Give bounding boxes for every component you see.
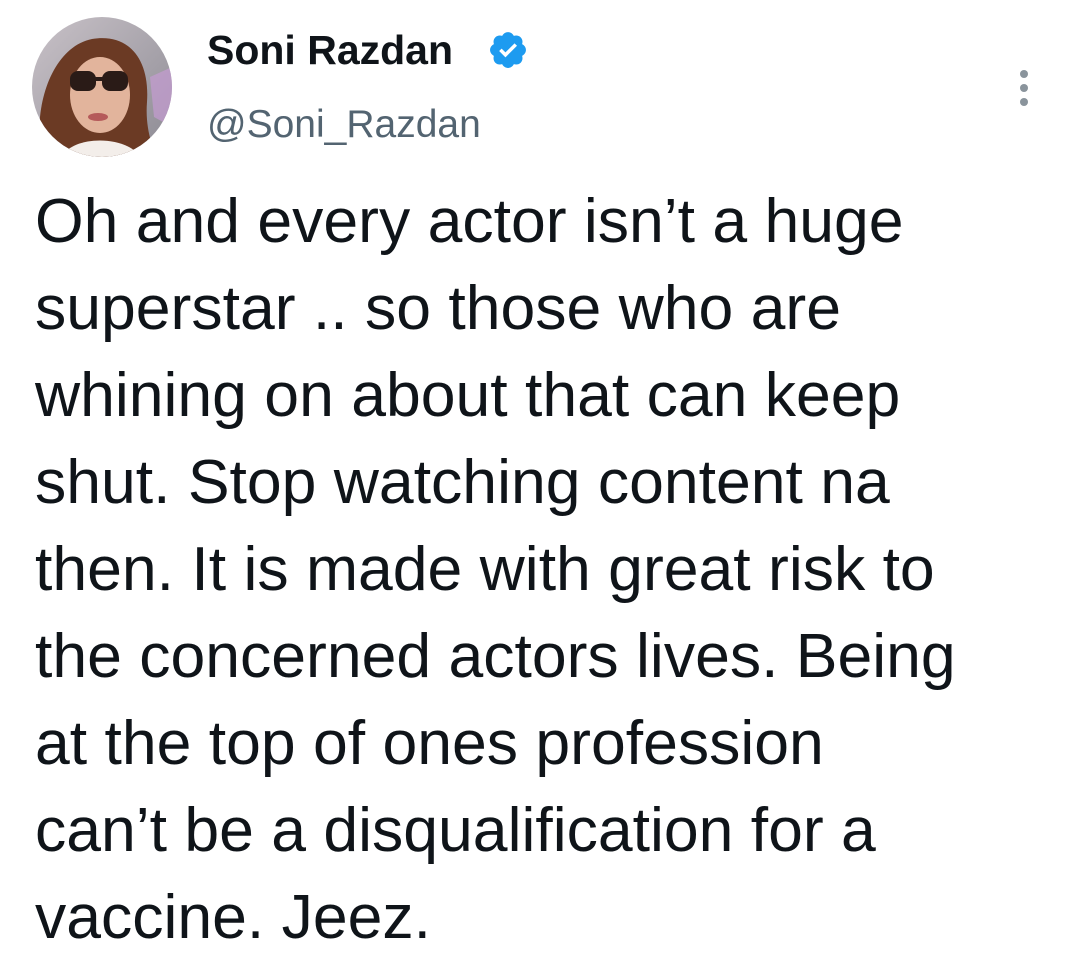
tweet-text: Oh and every actor isn’t a huge supersta… <box>35 178 1065 955</box>
verified-badge-icon <box>490 32 526 68</box>
more-options-button[interactable] <box>1006 64 1042 114</box>
author-avatar[interactable] <box>32 17 172 157</box>
tweet-card: Soni Razdan @Soni_Razdan Oh and every ac… <box>0 0 1080 955</box>
tweet-text-line: whining on about that can keep <box>35 360 901 430</box>
tweet-text-line: at the top of ones profession <box>35 708 824 778</box>
author-handle[interactable]: @Soni_Razdan <box>207 99 481 151</box>
tweet-text-line: then. It is made with great risk to <box>35 534 935 604</box>
tweet-text-line: Oh and every actor isn’t a huge <box>35 186 904 256</box>
tweet-text-line: can’t be a disqualification for a <box>35 795 876 865</box>
tweet-text-line: superstar .. so those who are <box>35 273 841 343</box>
more-options-icon <box>1020 70 1028 106</box>
avatar-photo <box>32 17 172 157</box>
tweet-text-line: the concerned actors lives. Being <box>35 621 956 691</box>
author-display-name[interactable]: Soni Razdan <box>207 22 453 78</box>
tweet-text-line: vaccine. Jeez. <box>35 882 432 952</box>
tweet-text-line: shut. Stop watching content na <box>35 447 890 517</box>
